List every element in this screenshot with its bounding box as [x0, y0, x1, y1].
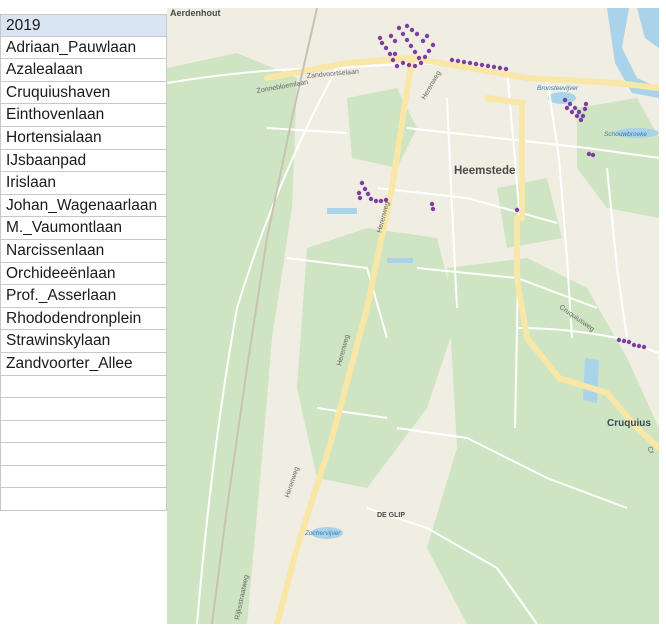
- street-cell[interactable]: [0, 375, 167, 399]
- label-schouwbroek: Schouwbroeke: [604, 131, 647, 138]
- label-aerdenhout: Aerdenhout: [170, 8, 221, 18]
- street-cell[interactable]: Irislaan: [0, 172, 167, 195]
- street-cell[interactable]: IJsbaanpad: [0, 149, 167, 173]
- label-de-glip: DE GLIP: [377, 512, 405, 519]
- street-cell[interactable]: Azalealaan: [0, 59, 167, 82]
- street-cell[interactable]: Cruquiushaven: [0, 81, 167, 105]
- street-cell[interactable]: Prof._Asserlaan: [0, 285, 167, 308]
- street-cell[interactable]: [0, 420, 167, 444]
- street-cell[interactable]: [0, 443, 167, 466]
- street-cell[interactable]: [0, 488, 167, 512]
- street-cell[interactable]: Strawinskylaan: [0, 330, 167, 353]
- street-cell[interactable]: Orchideeënlaan: [0, 262, 167, 286]
- label-cruquius: Cruquius: [607, 418, 651, 429]
- map-view[interactable]: Aerdenhout Heemstede Cruquius DE GLIP Za…: [167, 8, 659, 624]
- street-cell[interactable]: Einthovenlaan: [0, 104, 167, 127]
- street-cell[interactable]: Rhododendronplein: [0, 307, 167, 331]
- street-cell[interactable]: Zandvoorter_Allee: [0, 352, 167, 376]
- label-bronsteevijver: Bronsteevijver: [537, 85, 579, 92]
- street-cell[interactable]: Adriaan_Pauwlaan: [0, 36, 167, 60]
- label-zochervijver: Zochervijver: [304, 530, 341, 537]
- column-header[interactable]: 2019: [0, 14, 167, 37]
- street-cell[interactable]: Narcissenlaan: [0, 239, 167, 263]
- street-cell[interactable]: Hortensialaan: [0, 126, 167, 150]
- street-cell[interactable]: [0, 398, 167, 421]
- street-cell[interactable]: M._Vaumontlaan: [0, 217, 167, 240]
- street-cell[interactable]: [0, 465, 167, 489]
- sheet-top-strip: [0, 0, 167, 14]
- street-cell[interactable]: Johan_Wagenaarlaan: [0, 194, 167, 218]
- street-list-column: 2019 Adriaan_Pauwlaan Azalealaan Cruquiush…: [0, 14, 167, 512]
- label-heemstede: Heemstede: [454, 165, 515, 177]
